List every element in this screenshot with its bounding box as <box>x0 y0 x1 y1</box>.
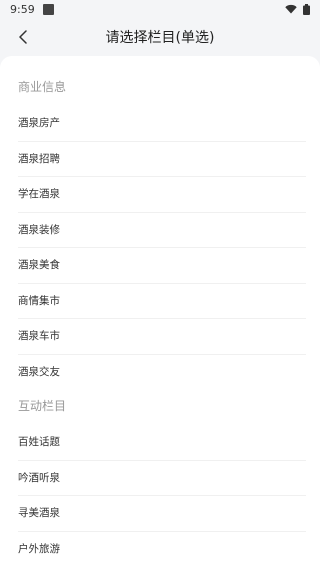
list-item[interactable]: 酒泉车市 <box>0 318 320 354</box>
wifi-icon <box>285 4 297 14</box>
status-time: 9:59 <box>10 2 35 16</box>
list-item[interactable]: 酒泉装修 <box>0 211 320 248</box>
category-sheet: 商业信息 酒泉房产 酒泉招聘 学在酒泉 酒泉装修 酒泉美食 商情集市 酒泉车市 … <box>0 56 320 569</box>
list-item[interactable]: 酒泉招聘 <box>0 140 320 177</box>
status-icons <box>285 3 310 15</box>
status-bar: 9:59 <box>0 0 320 18</box>
battery-icon <box>303 3 310 15</box>
group-header-interactive: 互动栏目 <box>18 399 67 413</box>
back-button[interactable] <box>12 26 34 48</box>
notification-icon <box>42 3 54 15</box>
list-item[interactable]: 百姓话题 <box>0 424 320 460</box>
list-item[interactable]: 户外旅游 <box>0 530 320 567</box>
list-item[interactable]: 吟酒听泉 <box>0 459 320 496</box>
chevron-left-icon <box>19 30 27 44</box>
group-header-business: 商业信息 <box>18 80 67 94</box>
list-item[interactable]: 学在酒泉 <box>0 176 320 212</box>
list-item[interactable]: 酒泉房产 <box>0 105 320 141</box>
list-item[interactable]: 寻美酒泉 <box>0 495 320 531</box>
app-bar: 请选择栏目(单选) <box>0 18 320 56</box>
page-title: 请选择栏目(单选) <box>105 30 215 46</box>
list-item[interactable]: 商情集市 <box>0 282 320 319</box>
list-item[interactable]: 酒泉交友 <box>0 353 320 390</box>
list-item[interactable]: 酒泉美食 <box>0 247 320 283</box>
